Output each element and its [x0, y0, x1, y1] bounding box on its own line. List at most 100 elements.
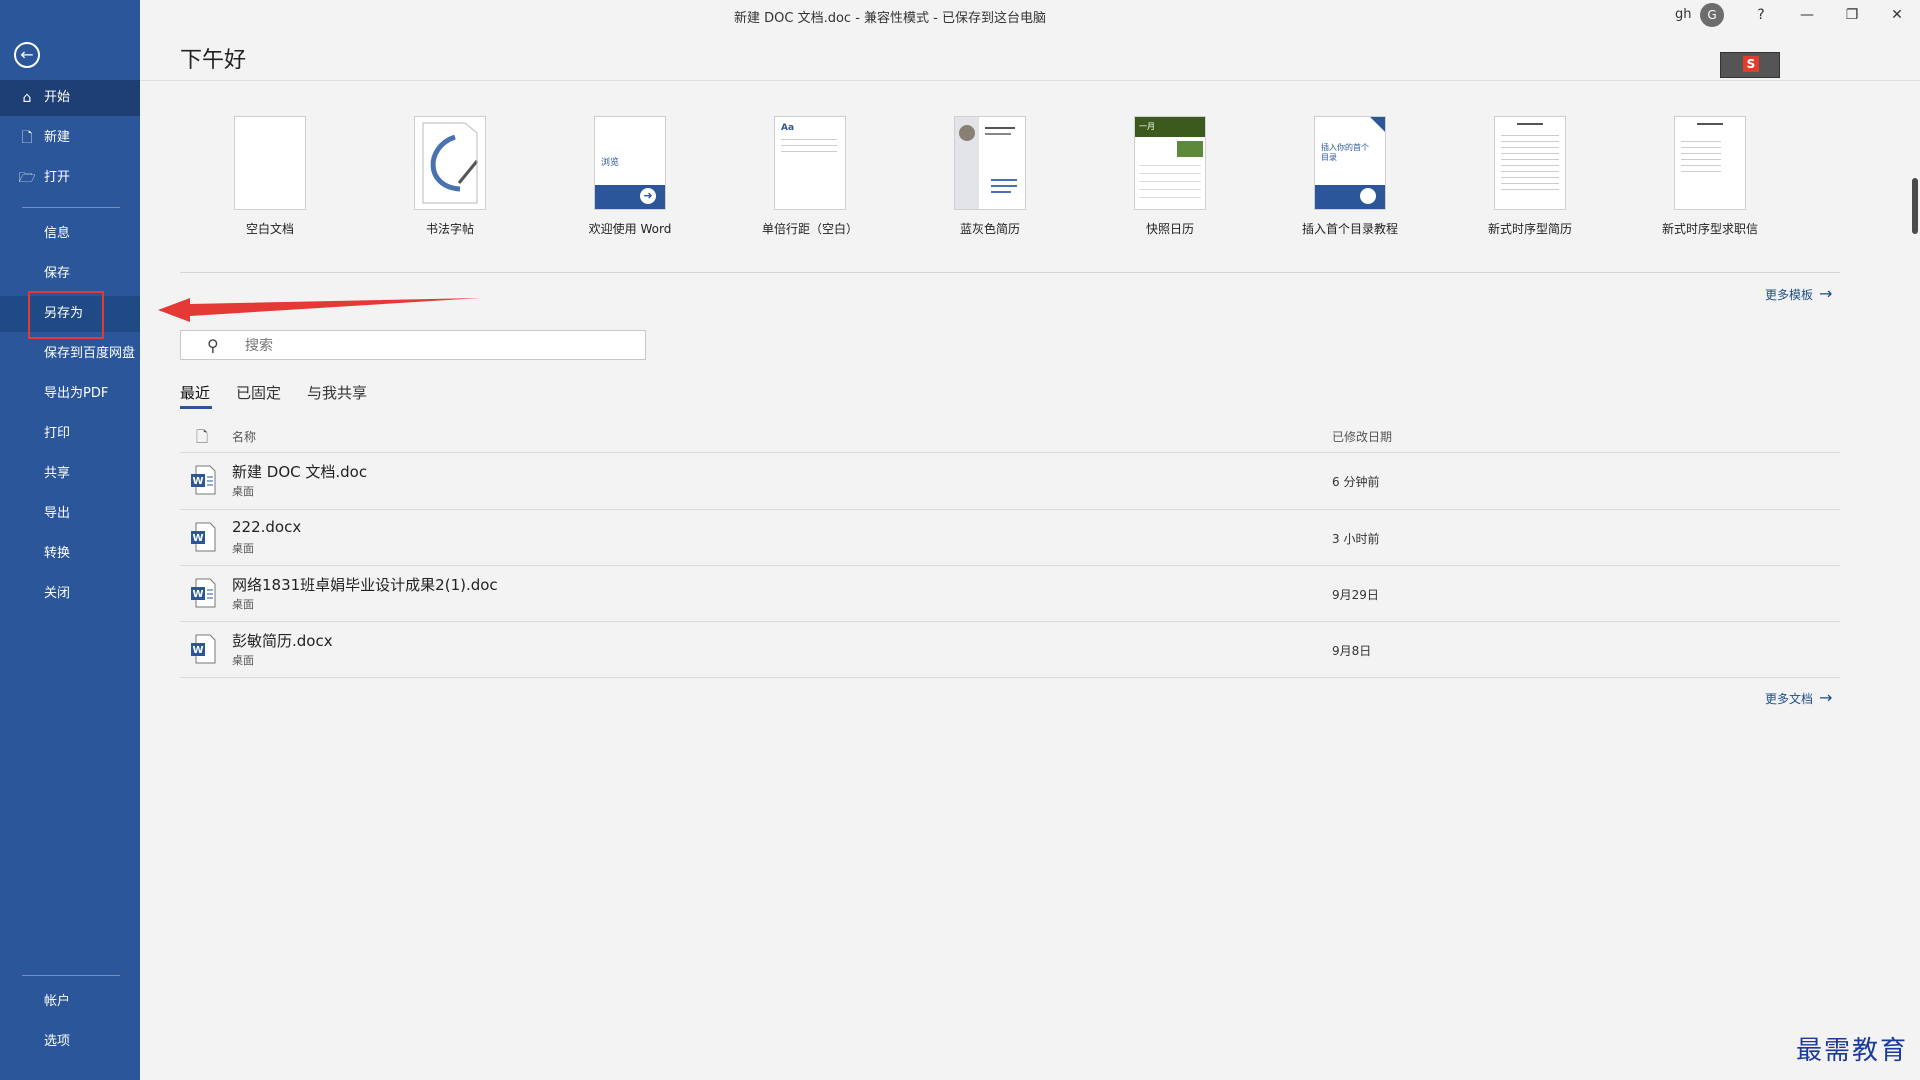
svg-text:W: W — [192, 476, 203, 487]
column-modified[interactable]: 已修改日期 — [1332, 428, 1392, 445]
svg-text:W: W — [192, 645, 203, 656]
sidebar-item-share[interactable]: 共享 — [0, 456, 140, 492]
template-calligraphy[interactable]: 书法字帖 — [370, 116, 530, 237]
word-doc-icon: W — [191, 465, 216, 495]
word-doc-icon: W — [191, 578, 216, 608]
template-thumbnail — [414, 116, 486, 210]
watermark: 最需教育 — [1796, 1036, 1909, 1066]
close-button[interactable]: ✕ — [1882, 3, 1912, 27]
vertical-scrollbar[interactable] — [1912, 178, 1918, 234]
template-label: 书法字帖 — [425, 222, 474, 236]
word-doc-icon: W — [191, 522, 216, 552]
back-arrow-icon: ← — [20, 45, 34, 64]
sidebar-item-label: 导出 — [44, 506, 71, 521]
title-bar: 新建 DOC 文档.doc - 兼容性模式 - 已保存到这台电脑 gh G ? … — [140, 0, 1920, 30]
search-box[interactable]: ⚲ — [180, 330, 646, 360]
sidebar-item-print[interactable]: 打印 — [0, 416, 140, 452]
template-blue-gray-resume[interactable]: 蓝灰色简历 — [910, 116, 1070, 237]
template-label: 新式时序型简历 — [1487, 222, 1572, 236]
template-thumbnail — [1674, 116, 1746, 210]
thumb-text: 插入你的首个 目录 — [1321, 143, 1369, 162]
thumb-text: Aa — [781, 123, 795, 133]
template-label: 蓝灰色简历 — [959, 222, 1020, 236]
template-single-spacing[interactable]: Aa 单倍行距（空白） — [730, 116, 890, 237]
help-button[interactable]: ? — [1746, 3, 1776, 27]
table-row[interactable]: W 222.docx 桌面 3 小时前 — [180, 510, 1840, 566]
user-name[interactable]: gh — [1675, 7, 1692, 22]
sidebar-item-open[interactable]: 🗁 打开 — [0, 160, 140, 196]
sidebar-item-save[interactable]: 保存 — [0, 256, 140, 292]
avatar[interactable]: G — [1700, 3, 1724, 27]
sidebar-divider — [22, 207, 120, 208]
sidebar-item-label: 共享 — [44, 466, 71, 481]
calligraphy-brush-icon — [422, 122, 479, 204]
sidebar-item-save-to-baidu[interactable]: 保存到百度网盘 — [0, 336, 140, 372]
sidebar-item-home[interactable]: ⌂ 开始 — [0, 80, 140, 116]
backstage-sidebar: ← ⌂ 开始 🗋 新建 🗁 打开 信息 保存 另存为 保存到百度网盘 导出为PD… — [0, 0, 140, 1080]
more-templates-link[interactable]: 更多模板 → — [1765, 284, 1832, 303]
sidebar-item-new[interactable]: 🗋 新建 — [0, 120, 140, 156]
template-welcome-word[interactable]: 浏览 ➜ 欢迎使用 Word — [550, 116, 710, 237]
avatar — [959, 125, 975, 141]
more-templates-label: 更多模板 — [1765, 288, 1814, 302]
arrow-right-icon: → — [1819, 284, 1833, 303]
template-thumbnail: Aa — [774, 116, 846, 210]
greeting: 下午好 — [180, 48, 247, 73]
template-label: 欢迎使用 Word — [588, 222, 672, 236]
sidebar-item-export-pdf[interactable]: 导出为PDF — [0, 376, 140, 412]
sidebar-item-account[interactable]: 帐户 — [0, 984, 140, 1020]
svg-text:W: W — [192, 589, 203, 600]
template-label: 插入首个目录教程 — [1301, 222, 1398, 236]
template-modern-cover-letter[interactable]: 新式时序型求职信 — [1630, 116, 1790, 237]
row-divider — [180, 677, 1840, 678]
file-location: 桌面 — [232, 654, 254, 667]
file-modified: 9月8日 — [1332, 644, 1372, 658]
sidebar-item-label: 选项 — [44, 1034, 71, 1049]
sidebar-item-label: 保存到百度网盘 — [44, 346, 136, 361]
sidebar-item-label: 打开 — [44, 170, 71, 185]
file-name: 彭敏简历.docx — [232, 632, 333, 650]
file-name: 222.docx — [232, 518, 302, 536]
template-thumbnail — [1494, 116, 1566, 210]
minimize-button[interactable]: — — [1792, 3, 1822, 27]
sidebar-item-export[interactable]: 导出 — [0, 496, 140, 532]
column-name[interactable]: 名称 — [232, 428, 256, 445]
sidebar-item-label: 帐户 — [44, 994, 71, 1009]
template-label: 快照日历 — [1145, 222, 1194, 236]
template-snapshot-calendar[interactable]: 一月 快照日历 — [1090, 116, 1250, 237]
svg-text:W: W — [192, 533, 203, 544]
table-row[interactable]: W 新建 DOC 文档.doc 桌面 6 分钟前 — [180, 453, 1840, 509]
sidebar-item-label: 转换 — [44, 546, 71, 561]
template-modern-resume[interactable]: 新式时序型简历 — [1450, 116, 1610, 237]
table-row[interactable]: W 彭敏简历.docx 桌面 9月8日 — [180, 622, 1840, 678]
template-thumbnail: 浏览 ➜ — [594, 116, 666, 210]
file-name: 新建 DOC 文档.doc — [232, 463, 368, 481]
window-title: 新建 DOC 文档.doc - 兼容性模式 - 已保存到这台电脑 — [734, 11, 1046, 26]
active-tab-indicator — [180, 406, 212, 409]
sidebar-item-close[interactable]: 关闭 — [0, 576, 140, 612]
template-toc-tutorial[interactable]: 插入你的首个 目录 插入首个目录教程 — [1270, 116, 1430, 237]
back-button[interactable]: ← — [14, 42, 40, 68]
template-blank[interactable]: 空白文档 — [190, 116, 350, 237]
sidebar-item-convert[interactable]: 转换 — [0, 536, 140, 572]
more-documents-link[interactable]: 更多文档 → — [1765, 688, 1832, 707]
tab-shared-with-me[interactable]: 与我共享 — [307, 382, 367, 403]
sidebar-item-options[interactable]: 选项 — [0, 1024, 140, 1060]
tab-pinned[interactable]: 已固定 — [236, 382, 281, 403]
search-input[interactable] — [243, 335, 627, 357]
restore-button[interactable]: ❐ — [1837, 3, 1867, 27]
file-modified: 3 小时前 — [1332, 532, 1380, 546]
sidebar-item-label: 关闭 — [44, 586, 71, 601]
thumb-text: 浏览 — [601, 158, 620, 168]
sidebar-item-info[interactable]: 信息 — [0, 216, 140, 252]
table-row[interactable]: W 网络1831班卓娟毕业设计成果2(1).doc 桌面 9月29日 — [180, 566, 1840, 622]
header-divider — [140, 80, 1920, 81]
more-documents-label: 更多文档 — [1765, 692, 1814, 706]
template-thumbnail — [234, 116, 306, 210]
document-column-icon: 🗋 — [196, 428, 209, 446]
template-label: 空白文档 — [245, 222, 294, 236]
template-label: 新式时序型求职信 — [1661, 222, 1758, 236]
tab-recent[interactable]: 最近 — [180, 382, 210, 403]
wps-badge[interactable]: S — [1720, 52, 1780, 78]
file-modified: 9月29日 — [1332, 588, 1379, 602]
